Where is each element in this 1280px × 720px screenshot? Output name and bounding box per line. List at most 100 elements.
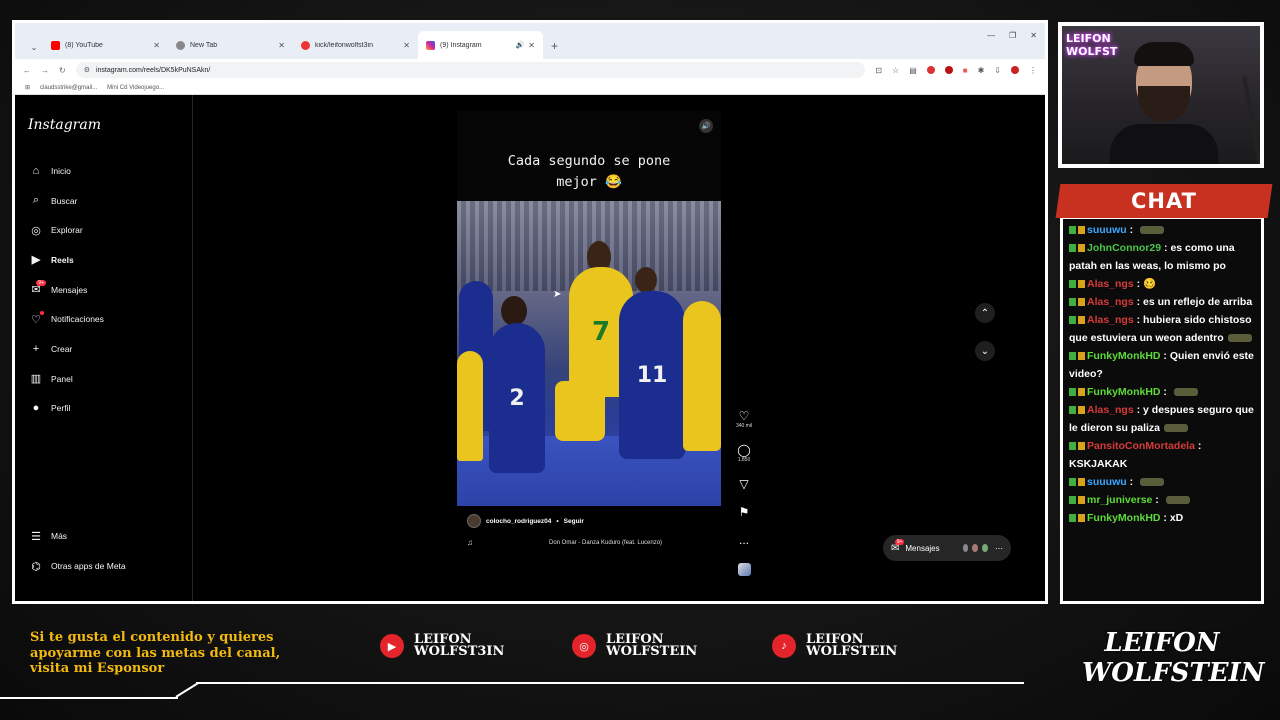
back-icon[interactable]: ← [23,66,31,75]
reel-video[interactable]: 2 7 11 ➤ [457,201,721,506]
sidebar-item-label: Buscar [51,195,78,206]
channel-logo: LEIFON WOLFSTEIN [1082,628,1264,692]
share-action[interactable]: ▽ [739,477,748,501]
extension-red-icon[interactable] [926,66,935,74]
url-text: instagram.com/reels/DK5kPuNSAkn/ [95,66,211,74]
streamer [1110,42,1218,164]
messages-pill[interactable]: ✉ 9+ Mensajes ⋯ [883,535,1011,561]
extension-orange-icon[interactable]: ■ [963,66,968,75]
chat-username[interactable]: PansitoConMortadela [1087,440,1195,452]
chat-message: FunkyMonkHD : Quien envió este video? [1069,347,1255,383]
close-window-icon[interactable]: ✕ [1030,31,1037,40]
more-action[interactable]: ... [739,533,749,559]
chat-username[interactable]: mr_juniverse [1087,494,1152,506]
sidebar-item-meta-apps[interactable]: ⌬ Otras apps de Meta [27,551,126,581]
chat-username[interactable]: suuuwu [1087,476,1127,488]
comment-action[interactable]: ◯ 1.850 [737,443,750,473]
sidebar-item-label: Otras apps de Meta [51,561,126,572]
sidebar-item-reels[interactable]: ▶ Reels [27,245,180,275]
sidebar-item-more[interactable]: ☰ Más [27,522,126,552]
moderator-badge-icon [1069,316,1076,325]
sidebar-item-panel[interactable]: ▥ Panel [27,364,180,394]
sidebar-item-notificaciones[interactable]: ♡ Notificaciones [27,304,180,334]
chat-username[interactable]: FunkyMonkHD [1087,386,1161,398]
profile-avatar-icon[interactable] [1011,66,1019,74]
more-options-icon[interactable]: ⋯ [995,544,1003,553]
neon-sign: LEIFON WOLFST [1066,32,1117,58]
chat-username[interactable]: Alas_ngs [1087,296,1134,308]
streamer-beard [1138,86,1190,122]
url-field[interactable]: ⚙ instagram.com/reels/DK5kPuNSAkn/ [75,62,866,78]
follow-button[interactable]: Seguir [564,518,584,525]
tab-label: (8) YouTube [65,41,103,49]
comment-icon[interactable]: ◯ [737,443,750,457]
close-tab-icon[interactable]: ✕ [528,41,535,50]
chat-text: xD [1169,512,1184,524]
bookmark-item[interactable]: claudsstrike@gmail... [40,85,97,91]
reel-audio[interactable]: ♫ Don Omar - Danza Kuduro (feat. Lucenzo… [467,538,711,547]
author-avatar[interactable] [467,514,481,528]
bookmark-icon[interactable]: ⚑ [739,505,750,519]
bookmark-star-icon[interactable]: ☆ [892,66,899,75]
close-tab-icon[interactable]: ✕ [278,41,285,50]
contact-avatar [971,543,980,553]
forward-icon[interactable]: → [41,66,49,75]
share-icon[interactable]: ▽ [739,477,748,491]
volume-icon[interactable]: 🔊 [699,119,713,133]
author-username[interactable]: colocho_rodriguez04 [486,518,551,525]
chat-username[interactable]: FunkyMonkHD [1087,512,1161,524]
more-options-icon[interactable]: ... [739,533,749,547]
speaker-icon[interactable]: 🔊 [516,41,525,49]
subscriber-badge-icon [1078,496,1085,505]
reel-player[interactable]: 🔊 Cada segundo se pone mejor 😂 2 7 11 ➤ … [457,111,721,567]
sidebar-item-buscar[interactable]: ⌕ Buscar [27,186,180,216]
like-action[interactable]: ♡ 340 mil [736,409,752,439]
mouse-cursor-icon: ➤ [553,289,562,300]
install-app-icon[interactable]: ⊡ [875,66,882,75]
heart-icon[interactable]: ♡ [739,409,750,423]
chat-username[interactable]: Alas_ngs [1087,404,1134,416]
kebab-menu-icon[interactable]: ⋮ [1029,66,1037,75]
sidebar-item-label: Crear [51,343,73,354]
reload-icon[interactable]: ↻ [59,66,66,75]
tab-new-tab[interactable]: New Tab ✕ [168,31,293,59]
handle-line-2: WOLFSTEIN [806,644,898,659]
puzzle-icon[interactable]: ✱ [978,66,985,75]
close-tab-icon[interactable]: ✕ [153,41,160,50]
audio-thumbnail[interactable] [737,563,751,576]
chevron-up-icon[interactable]: ⌃ [975,303,995,323]
chat-username[interactable]: FunkyMonkHD [1087,350,1161,362]
extension-dark-red-icon[interactable] [944,66,953,74]
extension-icon[interactable]: ▤ [909,66,917,75]
chat-username[interactable]: suuuwu [1087,224,1127,236]
jersey-number: 7 [591,317,611,347]
tab-kick[interactable]: kick/leifonwolfst3in ✕ [293,31,418,59]
tab-youtube[interactable]: (8) YouTube ✕ [43,31,168,59]
save-action[interactable]: ⚑ [739,505,750,529]
apps-grid-icon[interactable]: ⊞ [25,84,30,91]
tab-search-icon[interactable]: ⌄ [25,35,43,59]
chat-username[interactable]: Alas_ngs [1087,278,1134,290]
new-tab-button[interactable]: + [551,39,558,53]
download-icon[interactable]: ⇩ [994,66,1001,75]
sidebar-item-inicio[interactable]: ⌂ Inicio [27,156,180,186]
close-tab-icon[interactable]: ✕ [403,41,410,50]
restore-icon[interactable]: ❐ [1009,31,1016,40]
site-info-icon[interactable]: ⚙ [84,66,90,74]
sidebar-item-mensajes[interactable]: ✉ 9+ Mensajes [27,275,180,305]
sidebar-item-perfil[interactable]: ● Perfil [27,394,180,424]
sidebar-item-explorar[interactable]: ◎ Explorar [27,215,180,245]
tab-instagram[interactable]: (9) Instagram 🔊 ✕ [418,31,543,59]
bookmark-item[interactable]: Mini Cd Videojuego... [107,85,164,91]
chat-username[interactable]: Alas_ngs [1087,314,1134,326]
messenger-icon: ✉ 9+ [891,538,905,554]
sidebar-item-crear[interactable]: + Crear [27,334,180,364]
instagram-logo[interactable]: Instagram [27,117,180,133]
contact-avatar [981,543,989,553]
chat-username[interactable]: JohnConnor29 [1087,242,1161,254]
chevron-down-icon[interactable]: ⌄ [975,341,995,361]
tab-bar: ⌄ (8) YouTube ✕ New Tab ✕ kick/leifonwol… [15,23,1045,59]
minimize-icon[interactable]: — [987,31,995,40]
chat-separator: : [1133,296,1144,308]
moderator-badge-icon [1069,514,1076,523]
